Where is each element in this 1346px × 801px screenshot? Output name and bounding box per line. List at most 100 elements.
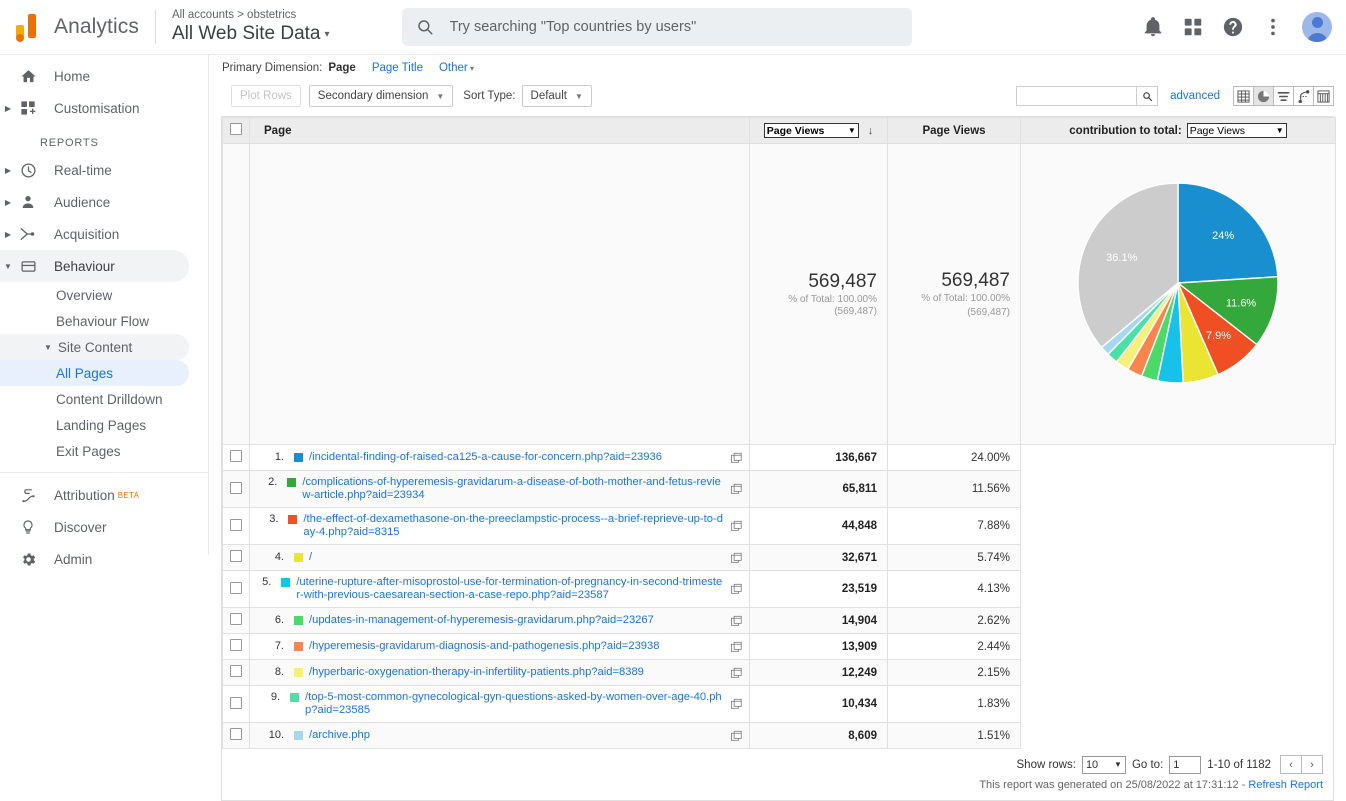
advanced-link[interactable]: advanced [1170, 90, 1220, 102]
contribution-metric-select[interactable]: Page Views ▼ [1187, 123, 1287, 138]
sidebar-item-audience[interactable]: ▶ Audience [0, 186, 189, 218]
go-to-label: Go to: [1132, 759, 1163, 771]
sort-type-button[interactable]: Default ▼ [522, 85, 592, 107]
row-checkbox[interactable] [230, 665, 242, 677]
help-circle-icon[interactable] [1222, 16, 1244, 38]
performance-view-icon[interactable] [1273, 86, 1294, 106]
user-avatar[interactable] [1302, 12, 1332, 42]
go-to-input[interactable]: 1 [1169, 756, 1201, 774]
sidebar-item-behaviour[interactable]: ▼ Behaviour [0, 250, 189, 282]
open-page-icon[interactable] [731, 667, 742, 678]
row-page-cell: 4./ [250, 545, 750, 571]
pivot-view-icon[interactable] [1313, 86, 1334, 106]
sidebar-item-overview[interactable]: Overview [0, 282, 189, 308]
sidebar-item-attribution[interactable]: Attribution BETA [0, 479, 189, 511]
sidebar-item-home[interactable]: Home [0, 60, 189, 92]
table-row: 2./complications-of-hyperemesis-gravidar… [223, 471, 1336, 508]
row-page-link[interactable]: /uterine-rupture-after-misoprostol-use-f… [296, 576, 749, 602]
row-checkbox[interactable] [230, 613, 242, 625]
sidebar-subitem-label: Content Drilldown [56, 392, 163, 407]
sidebar-item-exit-pages[interactable]: Exit Pages [0, 438, 189, 464]
select-all-checkbox[interactable] [230, 123, 242, 135]
open-page-icon[interactable] [731, 641, 742, 652]
sort-descending-icon[interactable]: ↓ [868, 125, 874, 137]
row-checkbox[interactable] [230, 639, 242, 651]
global-search[interactable] [402, 8, 912, 46]
previous-page-button[interactable]: ‹ [1280, 755, 1302, 774]
pie-view-icon[interactable] [1253, 86, 1274, 106]
secondary-dimension-button[interactable]: Secondary dimension ▼ [309, 85, 454, 107]
row-page-cell: 1./incidental-finding-of-raised-ca125-a-… [250, 445, 750, 471]
metric-select-value: Page Views [767, 125, 831, 137]
dimension-other-link[interactable]: Other [439, 62, 474, 74]
account-selector[interactable]: All accounts > obstetrics All Web Site D… [172, 9, 330, 45]
table-row: 8./hyperbaric-oxygenation-therapy-in-inf… [223, 660, 1336, 686]
row-checkbox[interactable] [230, 550, 242, 562]
table-view-icon[interactable] [1233, 86, 1254, 106]
open-page-icon[interactable] [731, 552, 742, 563]
sidebar-item-behaviour-flow[interactable]: Behaviour Flow [0, 308, 189, 334]
row-checkbox[interactable] [230, 582, 242, 594]
totals-secondary-value: 569,487 [889, 270, 1010, 292]
row-checkbox-cell [223, 608, 250, 634]
row-checkbox[interactable] [230, 482, 242, 494]
row-page-link[interactable]: /incidental-finding-of-raised-ca125-a-ca… [309, 451, 688, 464]
sidebar-item-landing-pages[interactable]: Landing Pages [0, 412, 189, 438]
comparison-view-icon[interactable] [1293, 86, 1314, 106]
column-header-page-views[interactable]: Page Views [888, 118, 1021, 144]
row-checkbox-cell [223, 723, 250, 749]
dimension-page-title-link[interactable]: Page Title [372, 62, 423, 74]
bell-icon[interactable] [1142, 16, 1164, 38]
row-checkbox[interactable] [230, 697, 242, 709]
column-header-page[interactable]: Page [250, 118, 750, 144]
row-page-link[interactable]: /top-5-most-common-gynecological-gyn-que… [305, 691, 749, 717]
sidebar-item-content-drilldown[interactable]: Content Drilldown [0, 386, 189, 412]
row-page-link[interactable]: /the-effect-of-dexamethasone-on-the-pree… [303, 513, 749, 539]
sidebar-item-acquisition[interactable]: ▶ Acquisition [0, 218, 189, 250]
row-page-link[interactable]: /updates-in-management-of-hyperemesis-gr… [309, 614, 680, 627]
row-page-link[interactable]: /hyperemesis-gravidarum-diagnosis-and-pa… [309, 640, 685, 653]
left-navigation-sidebar: Home ▶ Customisation REPORTS ▶ Real-time… [0, 55, 209, 555]
row-page-link[interactable]: /archive.php [309, 729, 396, 742]
open-page-icon[interactable] [731, 615, 742, 626]
row-checkbox[interactable] [230, 728, 242, 740]
open-page-icon[interactable] [731, 484, 742, 495]
row-page-link[interactable]: / [309, 551, 338, 564]
sidebar-item-admin[interactable]: Admin [0, 543, 189, 575]
plot-rows-button[interactable]: Plot Rows [231, 85, 301, 107]
search-input[interactable] [448, 18, 888, 36]
open-page-icon[interactable] [731, 452, 742, 463]
metric-select[interactable]: Page Views ▼ [764, 123, 859, 138]
sidebar-item-site-content[interactable]: ▼ Site Content [0, 334, 189, 360]
apps-grid-icon[interactable] [1182, 16, 1204, 38]
find-button[interactable] [1136, 86, 1158, 106]
row-page-link[interactable]: /hyperbaric-oxygenation-therapy-in-infer… [309, 666, 670, 679]
next-page-button[interactable]: › [1301, 755, 1323, 774]
row-percentage: 1.51% [888, 723, 1021, 749]
row-page-views: 44,848 [750, 508, 888, 545]
sidebar-item-all-pages[interactable]: All Pages [0, 360, 189, 386]
row-color-swatch [294, 453, 303, 462]
sidebar-item-discover[interactable]: Discover [0, 511, 189, 543]
row-checkbox[interactable] [230, 450, 242, 462]
pagination-controls: Show rows: 10 ▼ Go to: 1 1-10 of 1182 ‹ … [1017, 755, 1324, 774]
chevron-down-icon: ▾ [325, 29, 330, 40]
table-row: 4./32,6715.74% [223, 545, 1336, 571]
sidebar-item-customisation[interactable]: ▶ Customisation [0, 92, 189, 124]
open-page-icon[interactable] [731, 730, 742, 741]
row-page-views: 136,667 [750, 445, 888, 471]
find-input[interactable] [1016, 86, 1136, 106]
totals-primary-sub: % of Total: 100.00% (569,487) [751, 294, 877, 317]
refresh-report-link[interactable]: Refresh Report [1248, 779, 1323, 791]
open-page-icon[interactable] [731, 584, 742, 595]
open-page-icon[interactable] [731, 521, 742, 532]
sidebar-item-real-time[interactable]: ▶ Real-time [0, 154, 189, 186]
primary-dimension-current[interactable]: Page [328, 62, 356, 74]
more-vertical-icon[interactable] [1262, 16, 1284, 38]
open-page-icon[interactable] [731, 699, 742, 710]
rows-per-page-select[interactable]: 10 ▼ [1082, 756, 1126, 774]
chevron-down-icon: ▼ [0, 262, 16, 271]
property-name-row[interactable]: All Web Site Data ▾ [172, 24, 330, 45]
row-checkbox[interactable] [230, 519, 242, 531]
row-page-link[interactable]: /complications-of-hyperemesis-gravidarum… [302, 476, 749, 502]
